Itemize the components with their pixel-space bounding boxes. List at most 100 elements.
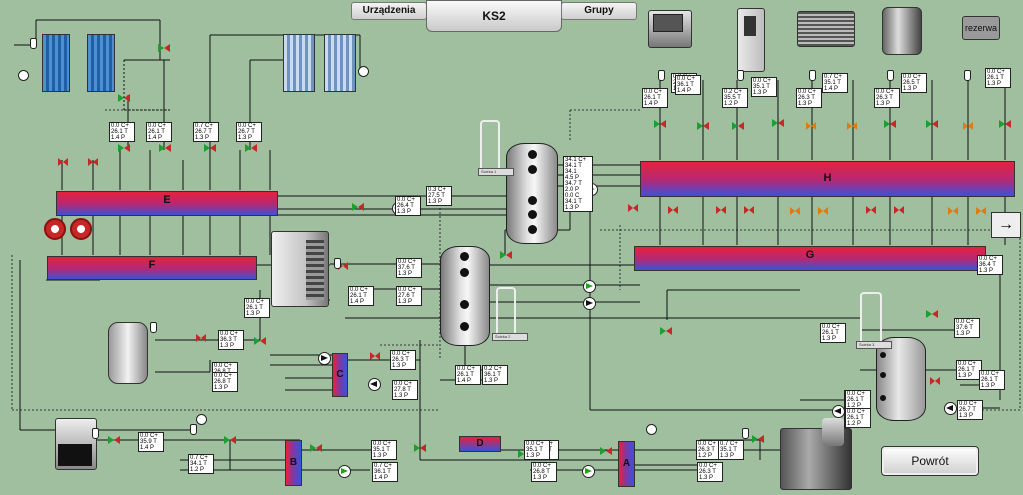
mixing-valve-icon[interactable] (204, 142, 216, 154)
shutoff-valve-icon[interactable] (196, 334, 206, 342)
sensor-readout: 0.0 C+ 35.9 T 1.4 P (138, 432, 164, 452)
sensor-readout: 0.0 C+26.1 T1.3 P (244, 298, 270, 318)
sensor-readout: 0.0 C+ 26.1 T 1.4 P (642, 88, 668, 108)
mixing-valve-icon[interactable] (245, 142, 257, 154)
shutoff-valve-icon[interactable] (370, 352, 380, 360)
mixing-valve-icon[interactable] (926, 308, 938, 320)
flow-valve-icon[interactable] (600, 445, 612, 457)
solar-collector-1 (42, 34, 70, 92)
sensor-readout: 0.0 C+26.1 T1.3 P (820, 323, 846, 343)
boiler-unit-3[interactable] (882, 7, 922, 55)
header-E[interactable]: E (56, 191, 278, 216)
circulation-pump-icon[interactable] (70, 218, 92, 240)
header-F[interactable]: F (47, 256, 257, 280)
mixing-valve-icon[interactable] (414, 442, 426, 454)
mixing-valve-icon[interactable] (660, 325, 672, 337)
zone-valve-icon[interactable] (963, 121, 973, 131)
tank-port (460, 252, 469, 261)
mixing-valve-icon[interactable] (654, 118, 666, 130)
zone-valve-icon[interactable] (806, 121, 816, 131)
temperature-sensor-icon (809, 70, 816, 81)
pump-icon[interactable] (583, 280, 596, 293)
zone-valve-icon[interactable] (847, 121, 857, 131)
tab-ks2[interactable]: KS2 (426, 0, 562, 32)
sensor-readout: 0.0 C+ 26.1 T 1.4 P (109, 122, 135, 142)
heat-exchanger-D[interactable]: D (459, 436, 501, 452)
buffer-tag: Ścieka 2 (492, 333, 528, 341)
pellet-hopper-icon (822, 418, 844, 446)
sensor-readout: 0.2 C+ 35.5 T 1.2 P (722, 88, 748, 108)
next-screen-arrow-button[interactable]: → (991, 212, 1021, 238)
mixing-valve-icon[interactable] (500, 249, 512, 261)
pump-icon[interactable] (368, 378, 381, 391)
readout-line: 1.3 P (392, 363, 407, 369)
zone-valve-icon[interactable] (790, 206, 800, 216)
flow-valve-icon[interactable] (310, 442, 322, 454)
mixing-valve-icon[interactable] (697, 120, 709, 132)
mixing-valve-icon[interactable] (159, 142, 171, 154)
sensor-readout: 0.7 C+ 34.1 T 1.2 P (188, 454, 214, 474)
circulation-pump-icon[interactable] (44, 218, 66, 240)
header-G[interactable]: G (634, 246, 986, 271)
mixing-valve-icon[interactable] (926, 118, 938, 130)
header-H[interactable]: H (640, 161, 1015, 197)
heating-coil-icon (860, 292, 882, 342)
mixing-valve-icon[interactable] (884, 118, 896, 130)
shutoff-valve-icon[interactable] (88, 158, 98, 166)
shutoff-valve-icon[interactable] (744, 206, 754, 214)
flow-valve-icon[interactable] (108, 434, 120, 446)
mixing-valve-icon[interactable] (158, 42, 170, 54)
zone-valve-icon[interactable] (976, 206, 986, 216)
tab-devices[interactable]: Urządzenia (351, 2, 427, 20)
zone-valve-icon[interactable] (948, 206, 958, 216)
readout-line: 1.3 P (979, 268, 994, 274)
heat-exchanger-A[interactable]: A (618, 441, 635, 487)
shutoff-valve-icon[interactable] (894, 206, 904, 214)
buffer-tank-3[interactable] (876, 337, 926, 421)
mixing-valve-icon[interactable] (999, 118, 1011, 130)
back-button[interactable]: Powrót (881, 446, 979, 476)
mixing-valve-icon[interactable] (772, 117, 784, 129)
heat-pump-unit[interactable] (797, 11, 855, 47)
readout-line: 1.4 P (148, 135, 163, 141)
pump-icon[interactable] (582, 465, 595, 478)
mixing-valve-icon[interactable] (254, 335, 266, 347)
pump-icon[interactable] (338, 465, 351, 478)
mixing-valve-icon[interactable] (118, 92, 130, 104)
reserve-device[interactable]: rezerwa (962, 16, 1000, 40)
mixing-valve-icon[interactable] (118, 142, 130, 154)
water-heater[interactable] (108, 322, 148, 384)
pump-icon[interactable] (583, 297, 596, 310)
temperature-sensor-icon (190, 424, 197, 435)
flow-valve-icon[interactable] (752, 433, 764, 445)
flow-valve-icon[interactable] (352, 201, 364, 213)
shutoff-valve-icon[interactable] (716, 206, 726, 214)
heat-exchanger-C[interactable]: C (332, 353, 348, 397)
tank-port (528, 210, 537, 219)
shutoff-valve-icon[interactable] (866, 206, 876, 214)
shutoff-valve-icon[interactable] (628, 204, 638, 212)
readout-line: 1.3 P (214, 385, 229, 391)
shutoff-valve-icon[interactable] (668, 206, 678, 214)
sensor-readout: 0.7 C+ 35.1 T 1.3 P (718, 440, 744, 460)
tank-port (880, 372, 886, 378)
heat-exchanger-B[interactable]: B (285, 440, 302, 486)
shutoff-valve-icon[interactable] (930, 377, 940, 385)
buffer-tank-2[interactable] (440, 246, 490, 346)
readout-line: 1.3 P (195, 135, 210, 141)
pump-icon[interactable] (318, 352, 331, 365)
mixing-valve-icon[interactable] (732, 120, 744, 132)
pump-icon[interactable] (944, 402, 957, 415)
sensor-readout: 0.0 C+26.1 T1.3 P (985, 68, 1011, 88)
tab-groups[interactable]: Grupy (561, 2, 637, 20)
sensor-readout: 0.0 C+26.1 T1.3 P (979, 370, 1005, 390)
shutoff-valve-icon[interactable] (58, 158, 68, 166)
mixing-valve-icon[interactable] (224, 434, 236, 446)
pressure-gauge-icon (358, 66, 369, 77)
sensor-readout: 0.0 C+ 26.4 T 1.3 P (395, 196, 421, 216)
sensor-readout: 0.2 C+ 36.1 T 1.3 P (482, 365, 508, 385)
sensor-readout: 0.0 C+ 27.8 T 1.3 P (392, 380, 418, 400)
solar-collector-3 (283, 34, 315, 92)
zone-valve-icon[interactable] (818, 206, 828, 216)
sensor-readout: 0.7 C+ 35.1 T 1.4 P (822, 73, 848, 93)
